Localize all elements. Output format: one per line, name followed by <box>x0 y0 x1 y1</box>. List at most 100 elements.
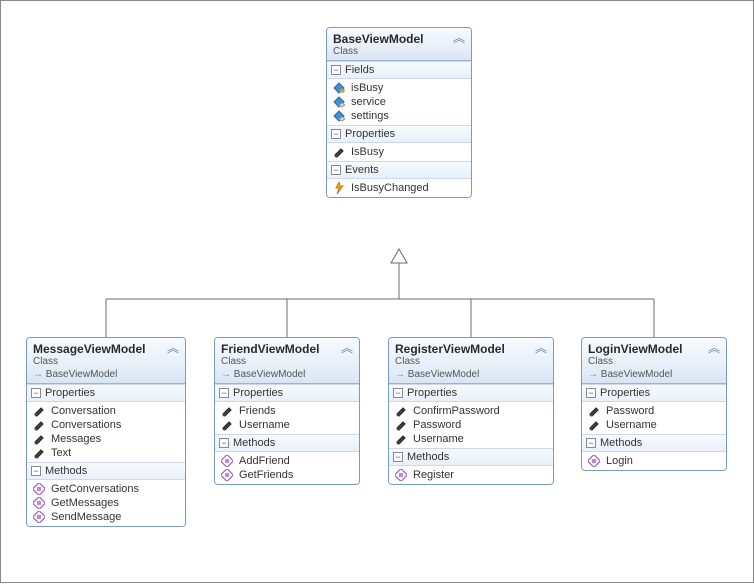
member-row[interactable]: Username <box>215 418 359 432</box>
event-icon <box>333 182 345 194</box>
member-row[interactable]: service <box>327 95 471 109</box>
section-header[interactable]: −Methods <box>582 434 726 452</box>
section-body: Register <box>389 466 553 484</box>
property-icon <box>588 405 600 417</box>
property-icon <box>33 419 45 431</box>
section-collapse-toggle-icon[interactable]: − <box>331 65 341 75</box>
collapse-all-icon[interactable] <box>167 342 179 354</box>
section-collapse-toggle-icon[interactable]: − <box>31 466 41 476</box>
collapse-all-icon[interactable] <box>341 342 353 354</box>
member-name: ConfirmPassword <box>413 405 500 417</box>
member-row[interactable]: Conversations <box>27 418 185 432</box>
collapse-all-icon[interactable] <box>708 342 720 354</box>
property-icon <box>221 405 233 417</box>
member-name: Username <box>239 419 290 431</box>
member-name: GetFriends <box>239 469 293 481</box>
section-collapse-toggle-icon[interactable]: − <box>219 438 229 448</box>
section-header[interactable]: −Properties <box>327 125 471 143</box>
class-stereotype: Class <box>333 46 465 57</box>
member-row[interactable]: settings <box>327 109 471 123</box>
section-body: Login <box>582 452 726 470</box>
section-header[interactable]: −Methods <box>389 448 553 466</box>
class-base-reference: BaseViewModel <box>33 369 179 380</box>
section-collapse-toggle-icon[interactable]: − <box>331 165 341 175</box>
class-base-view-model[interactable]: BaseViewModelClass−FieldsisBusyservicese… <box>326 27 472 198</box>
section-label: Methods <box>600 437 642 449</box>
collapse-all-icon[interactable] <box>453 32 465 44</box>
member-row[interactable]: ConfirmPassword <box>389 404 553 418</box>
member-row[interactable]: Text <box>27 446 185 460</box>
member-name: Login <box>606 455 633 467</box>
member-row[interactable]: GetConversations <box>27 482 185 496</box>
class-login-view-model[interactable]: LoginViewModelClassBaseViewModel−Propert… <box>581 337 727 471</box>
class-header[interactable]: RegisterViewModelClassBaseViewModel <box>389 338 553 384</box>
property-icon <box>395 433 407 445</box>
member-row[interactable]: AddFriend <box>215 454 359 468</box>
member-row[interactable]: Conversation <box>27 404 185 418</box>
class-header[interactable]: FriendViewModelClassBaseViewModel <box>215 338 359 384</box>
section-body: AddFriendGetFriends <box>215 452 359 484</box>
collapse-all-icon[interactable] <box>535 342 547 354</box>
section-header[interactable]: −Methods <box>27 462 185 480</box>
method-icon <box>33 511 45 523</box>
class-register-view-model[interactable]: RegisterViewModelClassBaseViewModel−Prop… <box>388 337 554 485</box>
class-message-view-model[interactable]: MessageViewModelClassBaseViewModel−Prope… <box>26 337 186 527</box>
section-body: Friends Username <box>215 402 359 434</box>
member-row[interactable]: Register <box>389 468 553 482</box>
section-collapse-toggle-icon[interactable]: − <box>393 452 403 462</box>
section-collapse-toggle-icon[interactable]: − <box>31 388 41 398</box>
class-friend-view-model[interactable]: FriendViewModelClassBaseViewModel−Proper… <box>214 337 360 485</box>
member-row[interactable]: IsBusyChanged <box>327 181 471 195</box>
section-header[interactable]: −Fields <box>327 61 471 79</box>
section-label: Properties <box>45 387 95 399</box>
member-row[interactable]: GetFriends <box>215 468 359 482</box>
member-name: isBusy <box>351 82 383 94</box>
section-header[interactable]: −Properties <box>582 384 726 402</box>
member-row[interactable]: Password <box>389 418 553 432</box>
member-row[interactable]: Friends <box>215 404 359 418</box>
member-name: service <box>351 96 386 108</box>
member-name: GetMessages <box>51 497 119 509</box>
section-label: Events <box>345 164 379 176</box>
section-header[interactable]: −Methods <box>215 434 359 452</box>
edge-drops <box>106 299 654 337</box>
member-name: Register <box>413 469 454 481</box>
section-header[interactable]: −Properties <box>27 384 185 402</box>
method-icon <box>588 455 600 467</box>
section-label: Methods <box>45 465 87 477</box>
section-collapse-toggle-icon[interactable]: − <box>586 388 596 398</box>
section-header[interactable]: −Events <box>327 161 471 179</box>
section-collapse-toggle-icon[interactable]: − <box>331 129 341 139</box>
section-collapse-toggle-icon[interactable]: − <box>393 388 403 398</box>
member-row[interactable]: Login <box>582 454 726 468</box>
class-header[interactable]: LoginViewModelClassBaseViewModel <box>582 338 726 384</box>
class-title: FriendViewModel <box>221 342 353 356</box>
member-name: Password <box>413 419 461 431</box>
member-row[interactable]: Username <box>582 418 726 432</box>
class-header[interactable]: BaseViewModelClass <box>327 28 471 61</box>
section-label: Properties <box>345 128 395 140</box>
class-header[interactable]: MessageViewModelClassBaseViewModel <box>27 338 185 384</box>
section-collapse-toggle-icon[interactable]: − <box>586 438 596 448</box>
member-name: Conversation <box>51 405 116 417</box>
section-label: Methods <box>407 451 449 463</box>
member-row[interactable]: isBusy <box>327 81 471 95</box>
member-row[interactable]: Password <box>582 404 726 418</box>
section-label: Fields <box>345 64 374 76</box>
method-icon <box>33 483 45 495</box>
member-name: Friends <box>239 405 276 417</box>
section-body: ConversationConversationsMessagesText <box>27 402 185 462</box>
section-collapse-toggle-icon[interactable]: − <box>219 388 229 398</box>
class-stereotype: Class <box>395 356 547 367</box>
member-name: Username <box>413 433 464 445</box>
member-row[interactable]: Username <box>389 432 553 446</box>
member-row[interactable]: GetMessages <box>27 496 185 510</box>
member-row[interactable]: IsBusy <box>327 145 471 159</box>
section-header[interactable]: −Properties <box>215 384 359 402</box>
section-header[interactable]: −Properties <box>389 384 553 402</box>
property-icon <box>333 146 345 158</box>
class-diagram-canvas: BaseViewModelClass−FieldsisBusyservicese… <box>0 0 754 583</box>
class-stereotype: Class <box>33 356 179 367</box>
member-row[interactable]: Messages <box>27 432 185 446</box>
member-row[interactable]: SendMessage <box>27 510 185 524</box>
